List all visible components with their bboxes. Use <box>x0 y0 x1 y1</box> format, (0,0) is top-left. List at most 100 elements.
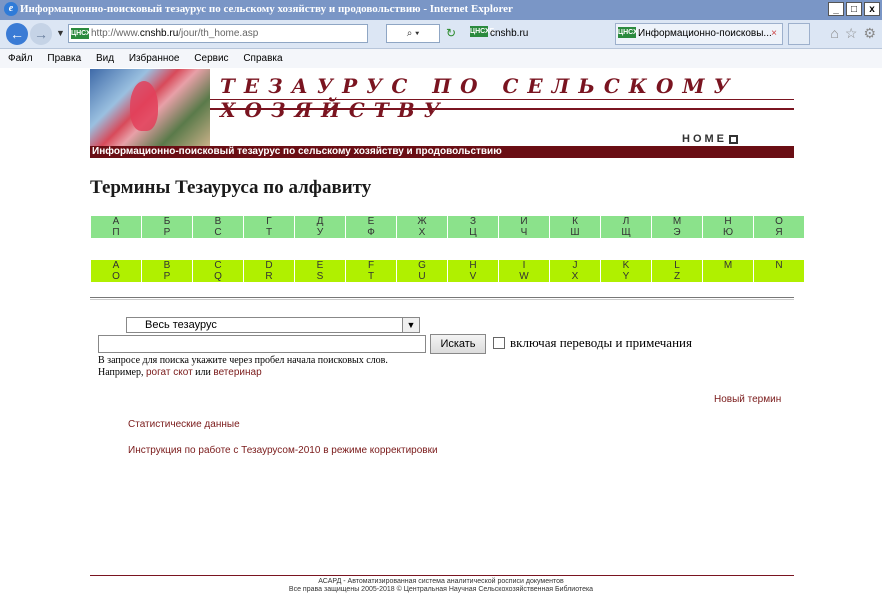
letter-link[interactable]: L <box>651 260 703 271</box>
letter-link[interactable]: Б <box>141 216 193 227</box>
favorites-star-icon[interactable]: ☆ <box>845 25 858 42</box>
letter-link[interactable]: X <box>549 271 601 282</box>
maximize-button[interactable]: □ <box>846 2 862 16</box>
minimize-button[interactable]: _ <box>828 2 844 16</box>
example-link-rogat-skot[interactable]: рогат скот <box>146 367 193 378</box>
statistics-link[interactable]: Статистические данные <box>128 419 240 430</box>
letter-link[interactable]: P <box>141 271 193 282</box>
address-bar[interactable]: ЦНСХБhttp://www.cnshb.ru/jour/th_home.as… <box>68 24 368 43</box>
latin-alphabet-index: A B C D E F G H I J K L M N O P Q R S T … <box>90 260 804 282</box>
letter-link[interactable]: Ч <box>498 227 550 238</box>
letter-link[interactable]: Ж <box>396 216 448 227</box>
page-title: Термины Тезауруса по алфавиту <box>90 177 372 198</box>
letter-link[interactable]: Х <box>396 227 448 238</box>
flamingo-image <box>130 81 158 131</box>
letter-link[interactable]: М <box>651 216 703 227</box>
letter-link[interactable]: Я <box>753 227 804 238</box>
address-search-button[interactable]: ⌕ ▾ <box>386 24 440 43</box>
alphabet-row: A B C D E F G H I J K L M N <box>90 260 804 271</box>
letter-link[interactable]: Е <box>345 216 397 227</box>
letter-link[interactable]: Q <box>192 271 244 282</box>
russian-alphabet-index: А Б В Г Д Е Ж З И К Л М Н О П Р С Т У Ф … <box>90 216 804 238</box>
letter-link[interactable]: Н <box>702 216 754 227</box>
home-link[interactable]: HOME <box>682 133 738 145</box>
tab-active[interactable]: ЦНСХБИнформационно-поисковы... × <box>615 23 783 45</box>
menu-edit[interactable]: Правка <box>47 53 81 64</box>
letter-link[interactable]: Ц <box>447 227 499 238</box>
letter-link[interactable]: E <box>294 260 346 271</box>
thesaurus-scope-select[interactable]: Весь тезаурус ▼ <box>126 317 420 333</box>
letter-link[interactable]: D <box>243 260 295 271</box>
letter-link[interactable]: И <box>498 216 550 227</box>
letter-link[interactable]: U <box>396 271 448 282</box>
letter-link[interactable]: Z <box>651 271 703 282</box>
forward-button[interactable]: → <box>30 23 52 45</box>
search-button[interactable]: Искать <box>430 334 486 354</box>
menu-help[interactable]: Справка <box>243 53 282 64</box>
chevron-down-icon[interactable]: ▼ <box>402 318 419 332</box>
letter-link[interactable]: A <box>90 260 142 271</box>
home-icon[interactable]: ⌂ <box>830 25 838 42</box>
new-term-link[interactable]: Новый термин <box>714 394 781 405</box>
new-tab-button[interactable] <box>788 23 810 45</box>
letter-link[interactable]: П <box>90 227 142 238</box>
example-link-veterinar[interactable]: ветеринар <box>213 367 261 378</box>
menu-file[interactable]: Файл <box>8 53 33 64</box>
menu-tools[interactable]: Сервис <box>194 53 228 64</box>
letter-link[interactable]: B <box>141 260 193 271</box>
letter-link[interactable]: Д <box>294 216 346 227</box>
letter-link[interactable]: Т <box>243 227 295 238</box>
letter-link[interactable]: Р <box>141 227 193 238</box>
letter-link[interactable]: M <box>702 260 754 271</box>
letter-link[interactable]: С <box>192 227 244 238</box>
letter-link[interactable]: F <box>345 260 397 271</box>
page-content: ТЕЗАУРУС ПО СЕЛЬСКОМУ ХОЗЯЙСТВУ HOME Инф… <box>0 69 882 597</box>
close-window-button[interactable]: x <box>864 2 880 16</box>
letter-link[interactable]: О <box>753 216 804 227</box>
letter-link[interactable]: К <box>549 216 601 227</box>
letter-link[interactable]: O <box>90 271 142 282</box>
letter-link[interactable]: H <box>447 260 499 271</box>
letter-link[interactable]: Л <box>600 216 652 227</box>
letter-link[interactable]: У <box>294 227 346 238</box>
letter-link[interactable]: T <box>345 271 397 282</box>
refresh-icon[interactable]: ↻ <box>446 26 456 40</box>
letter-link[interactable]: Ш <box>549 227 601 238</box>
letter-link[interactable]: I <box>498 260 550 271</box>
window-titlebar: e Информационно-поисковый тезаурус по се… <box>0 0 882 20</box>
letter-link[interactable]: G <box>396 260 448 271</box>
menu-favorites[interactable]: Избранное <box>129 53 180 64</box>
tab-cnshb[interactable]: ЦНСХБcnshb.ru <box>468 23 608 45</box>
window-title: Информационно-поисковый тезаурус по сель… <box>20 3 513 15</box>
settings-gear-icon[interactable]: ⚙ <box>863 25 876 42</box>
history-dropdown-icon[interactable]: ▼ <box>56 28 65 38</box>
address-url[interactable]: http://www.cnshb.ru/jour/th_home.asp <box>91 28 258 39</box>
letter-link[interactable]: N <box>753 260 804 271</box>
letter-link[interactable]: C <box>192 260 244 271</box>
letter-link[interactable]: Y <box>600 271 652 282</box>
letter-link[interactable]: K <box>600 260 652 271</box>
letter-link[interactable]: З <box>447 216 499 227</box>
letter-link[interactable]: Г <box>243 216 295 227</box>
empty-cell <box>753 271 804 282</box>
close-tab-icon[interactable]: × <box>771 24 777 44</box>
menu-view[interactable]: Вид <box>96 53 114 64</box>
include-translations-checkbox[interactable] <box>493 337 505 349</box>
instructions-link[interactable]: Инструкция по работе с Тезаурусом-2010 в… <box>128 445 438 456</box>
letter-link[interactable]: V <box>447 271 499 282</box>
letter-link[interactable]: R <box>243 271 295 282</box>
letter-link[interactable]: Щ <box>600 227 652 238</box>
letter-link[interactable]: В <box>192 216 244 227</box>
search-input[interactable] <box>98 335 426 353</box>
banner-title: ТЕЗАУРУС ПО СЕЛЬСКОМУ ХОЗЯЙСТВУ <box>220 74 739 122</box>
letter-link[interactable]: Э <box>651 227 703 238</box>
site-banner: ТЕЗАУРУС ПО СЕЛЬСКОМУ ХОЗЯЙСТВУ HOME Инф… <box>90 69 794 158</box>
search-example: Например, рогат скот или ветеринар <box>98 367 262 378</box>
letter-link[interactable]: Ю <box>702 227 754 238</box>
letter-link[interactable]: J <box>549 260 601 271</box>
letter-link[interactable]: А <box>90 216 142 227</box>
letter-link[interactable]: S <box>294 271 346 282</box>
letter-link[interactable]: Ф <box>345 227 397 238</box>
letter-link[interactable]: W <box>498 271 550 282</box>
back-button[interactable]: ← <box>6 23 28 45</box>
